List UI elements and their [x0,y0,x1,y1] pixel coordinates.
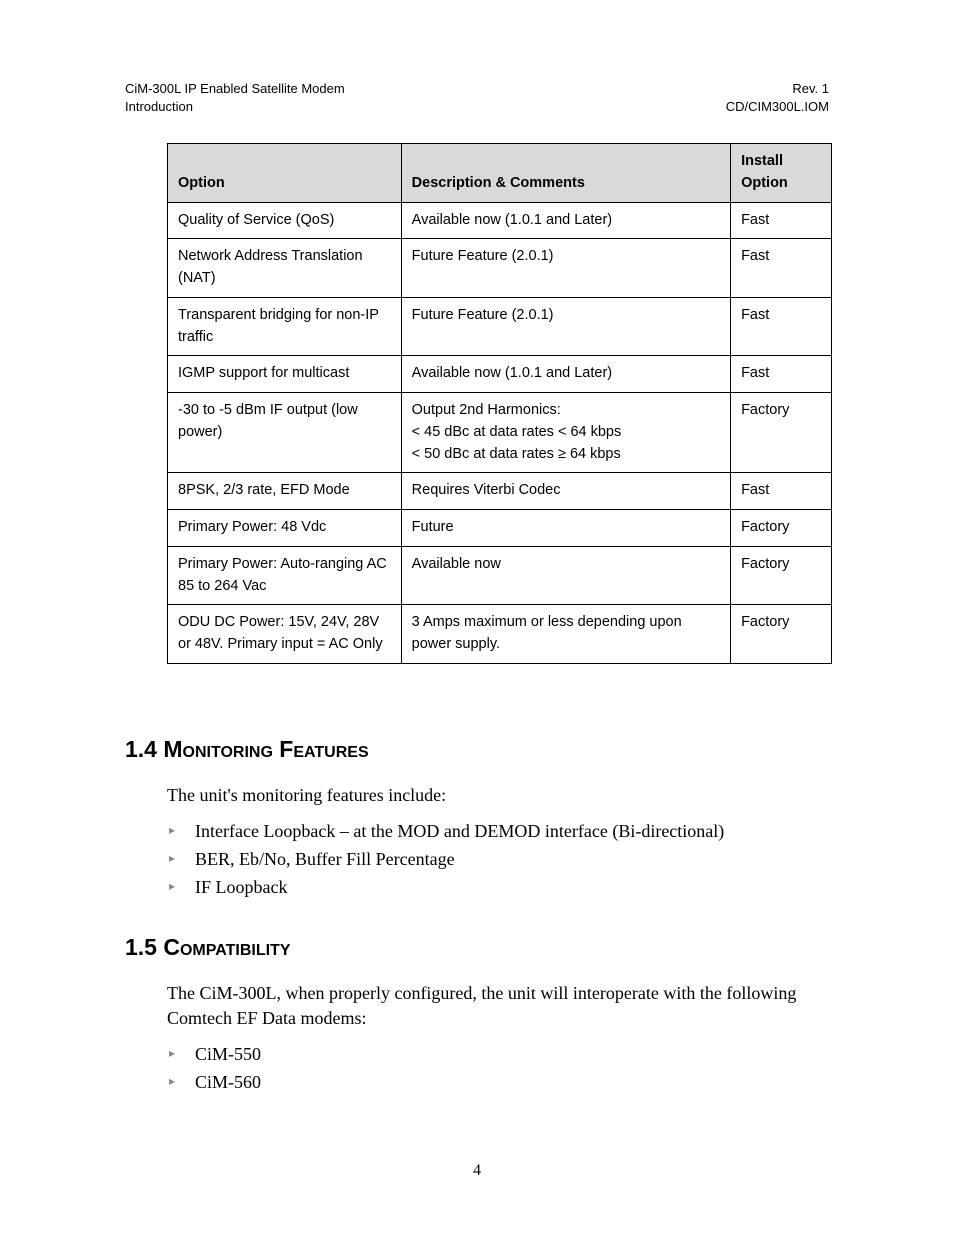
cell-option: Transparent bridging for non-IP traffic [168,297,402,356]
table-row: -30 to -5 dBm IF output (low power) Outp… [168,393,832,473]
th-option: Option [168,144,402,203]
cell-option: -30 to -5 dBm IF output (low power) [168,393,402,473]
cell-inst: Factory [731,605,832,664]
cell-desc: Output 2nd Harmonics: < 45 dBc at data r… [401,393,730,473]
cell-inst: Fast [731,297,832,356]
cell-desc: Future [401,510,730,547]
section-1-5-intro: The CiM-300L, when properly configured, … [167,981,829,1031]
cell-inst: Fast [731,473,832,510]
list-item: Interface Loopback – at the MOD and DEMO… [167,818,829,846]
doc-title-line: CiM-300L IP Enabled Satellite Modem [125,80,345,98]
table-row: Network Address Translation (NAT) Future… [168,239,832,298]
section-number: 1.4 [125,736,157,762]
cell-desc: Available now [401,546,730,605]
cell-inst: Factory [731,546,832,605]
cell-desc: Future Feature (2.0.1) [401,239,730,298]
cell-option: Quality of Service (QoS) [168,202,402,239]
cell-option: Primary Power: Auto-ranging AC 85 to 264… [168,546,402,605]
table-row: Transparent bridging for non-IP traffic … [168,297,832,356]
th-install: Install Option [731,144,832,203]
section-title: Monitoring Features [163,736,368,762]
section-title: Compatibility [163,934,290,960]
list-item: CiM-560 [167,1069,829,1097]
table-body: Quality of Service (QoS) Available now (… [168,202,832,663]
section-1-5-list: CiM-550 CiM-560 [167,1041,829,1097]
cell-option: IGMP support for multicast [168,356,402,393]
doc-code-line: CD/CIM300L.IOM [726,98,829,116]
table-row: IGMP support for multicast Available now… [168,356,832,393]
options-table: Option Description & Comments Install Op… [167,143,832,664]
cell-desc: Available now (1.0.1 and Later) [401,202,730,239]
page-header-left: CiM-300L IP Enabled Satellite Modem Intr… [125,80,345,115]
cell-inst: Factory [731,510,832,547]
table-row: Primary Power: 48 Vdc Future Factory [168,510,832,547]
cell-inst: Fast [731,356,832,393]
cell-desc: Available now (1.0.1 and Later) [401,356,730,393]
doc-rev-line: Rev. 1 [726,80,829,98]
cell-desc: 3 Amps maximum or less depending upon po… [401,605,730,664]
table-row: 8PSK, 2/3 rate, EFD Mode Requires Viterb… [168,473,832,510]
cell-option: 8PSK, 2/3 rate, EFD Mode [168,473,402,510]
list-item: CiM-550 [167,1041,829,1069]
page-header: CiM-300L IP Enabled Satellite Modem Intr… [125,80,829,115]
table-header-row: Option Description & Comments Install Op… [168,144,832,203]
cell-option: Network Address Translation (NAT) [168,239,402,298]
page-number: 4 [0,1162,954,1180]
list-item: IF Loopback [167,874,829,902]
cell-inst: Fast [731,239,832,298]
table-row: ODU DC Power: 15V, 24V, 28V or 48V. Prim… [168,605,832,664]
doc-section-line: Introduction [125,98,345,116]
section-1-5-heading: 1.5 Compatibility [125,934,829,961]
table-row: Primary Power: Auto-ranging AC 85 to 264… [168,546,832,605]
cell-inst: Factory [731,393,832,473]
section-1-4-intro: The unit's monitoring features include: [167,783,829,808]
cell-desc: Future Feature (2.0.1) [401,297,730,356]
section-1-4-list: Interface Loopback – at the MOD and DEMO… [167,818,829,902]
page-header-right: Rev. 1 CD/CIM300L.IOM [726,80,829,115]
section-1-4-heading: 1.4 Monitoring Features [125,736,829,763]
section-number: 1.5 [125,934,157,960]
table-row: Quality of Service (QoS) Available now (… [168,202,832,239]
cell-inst: Fast [731,202,832,239]
th-description: Description & Comments [401,144,730,203]
list-item: BER, Eb/No, Buffer Fill Percentage [167,846,829,874]
cell-option: Primary Power: 48 Vdc [168,510,402,547]
cell-option: ODU DC Power: 15V, 24V, 28V or 48V. Prim… [168,605,402,664]
cell-desc: Requires Viterbi Codec [401,473,730,510]
